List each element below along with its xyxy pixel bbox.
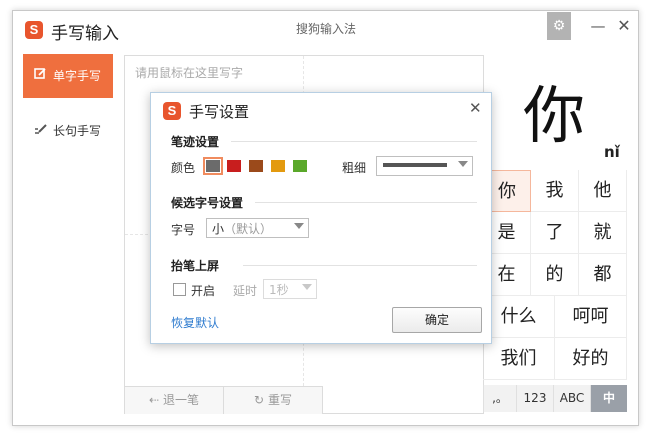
candidate-cell[interactable]: 呵呵: [555, 296, 627, 338]
candidate-cell[interactable]: 他: [579, 170, 627, 212]
pinyin-label: nǐ: [604, 143, 620, 161]
gear-icon[interactable]: ⚙: [547, 12, 571, 40]
restore-defaults-link[interactable]: 恢复默认: [171, 314, 219, 331]
sogou-logo-icon: S: [25, 21, 43, 39]
line-thickness-sample: [383, 163, 447, 167]
rewrite-button[interactable]: ↻ 重写: [224, 387, 323, 414]
enable-checkbox[interactable]: [173, 283, 186, 296]
thickness-select[interactable]: [376, 156, 473, 176]
font-size-value: 小: [212, 222, 225, 236]
chevron-down-icon: [458, 161, 468, 167]
rewrite-label: 重写: [267, 393, 292, 407]
candidate-cell[interactable]: 了: [531, 212, 579, 254]
candidate-cell[interactable]: 好的: [555, 338, 627, 380]
dialog-title: 手写设置: [189, 103, 250, 121]
chinese-key[interactable]: 中: [590, 385, 627, 412]
canvas-button-bar: ⇠ 退一笔 ↻ 重写: [125, 386, 323, 414]
font-size-select[interactable]: 小（默认）: [206, 218, 309, 238]
punctuation-key[interactable]: ,。: [483, 385, 516, 412]
recognized-character: 你: [523, 79, 586, 152]
color-label: 颜色: [171, 161, 196, 175]
color-swatch-orange[interactable]: [271, 160, 285, 172]
font-size-label: 字号: [171, 223, 196, 237]
alpha-key[interactable]: ABC: [553, 385, 590, 412]
sidebar-item-long-sentence[interactable]: 长句手写: [23, 109, 113, 153]
undo-stroke-button[interactable]: ⇠ 退一笔: [125, 387, 224, 414]
candidate-cell[interactable]: 什么: [483, 296, 555, 338]
undo-arrow-icon: ⇠: [149, 393, 160, 407]
sidebar: 单字手写 长句手写: [13, 47, 123, 424]
delay-label: 延时: [233, 284, 258, 298]
color-swatch-green[interactable]: [293, 160, 307, 172]
ok-button[interactable]: 确定: [392, 307, 482, 333]
delay-select[interactable]: 1秒: [263, 279, 317, 299]
candidate-cell[interactable]: 我: [531, 170, 579, 212]
close-icon[interactable]: ✕: [469, 99, 482, 117]
sogou-logo-icon: S: [163, 102, 181, 120]
number-key[interactable]: 123: [516, 385, 553, 412]
auto-commit-section-title: 抬笔上屏: [171, 259, 220, 273]
section-divider: [243, 265, 477, 266]
delay-value: 1秒: [269, 283, 289, 297]
chevron-down-icon: [294, 223, 304, 229]
candidate-cell[interactable]: 我们: [483, 338, 555, 380]
candidate-cell[interactable]: 都: [579, 254, 627, 296]
candidate-section-title: 候选字号设置: [171, 196, 244, 210]
brand-label: 搜狗输入法: [296, 22, 357, 36]
sidebar-item-label: 单字手写: [53, 69, 102, 83]
handwriting-settings-dialog: S 手写设置 ✕ 笔迹设置 颜色 粗细 候选字号设置 字号 小（默认） 抬笔上屏…: [150, 92, 492, 344]
refresh-icon: ↻: [254, 393, 265, 407]
section-divider: [255, 202, 477, 203]
font-size-hint: （默认）: [224, 222, 273, 236]
result-panel: 你 nǐ 你 我 他 是 了 就 在 的 都 什么 呵呵 我们 好的 ,。 12…: [483, 55, 627, 412]
candidate-cell[interactable]: 的: [531, 254, 579, 296]
font-size-value-wrap: 小（默认）: [212, 220, 272, 237]
stroke-section-title: 笔迹设置: [171, 135, 220, 149]
sidebar-item-label: 长句手写: [53, 124, 102, 138]
close-icon[interactable]: ✕: [611, 11, 637, 41]
color-swatch-red[interactable]: [227, 160, 241, 172]
chevron-down-icon: [302, 284, 312, 290]
thickness-label: 粗细: [342, 161, 367, 175]
pen-box-icon: [31, 54, 49, 98]
color-swatch-brown[interactable]: [249, 160, 263, 172]
candidate-cell[interactable]: 就: [579, 212, 627, 254]
app-title: 手写输入: [51, 24, 119, 44]
enable-label: 开启: [191, 284, 216, 298]
canvas-hint: 请用鼠标在这里写字: [135, 66, 244, 80]
input-mode-bar: ,。 123 ABC 中: [483, 385, 627, 412]
minimize-icon[interactable]: —: [585, 11, 611, 41]
sidebar-item-single-char[interactable]: 单字手写: [23, 54, 113, 98]
title-bar: S 手写输入 搜狗输入法 ⚙ — ✕: [13, 11, 638, 47]
undo-stroke-label: 退一笔: [162, 393, 199, 407]
pen-lines-icon: [31, 109, 49, 153]
section-divider: [231, 141, 477, 142]
color-swatch-gray[interactable]: [203, 157, 223, 175]
